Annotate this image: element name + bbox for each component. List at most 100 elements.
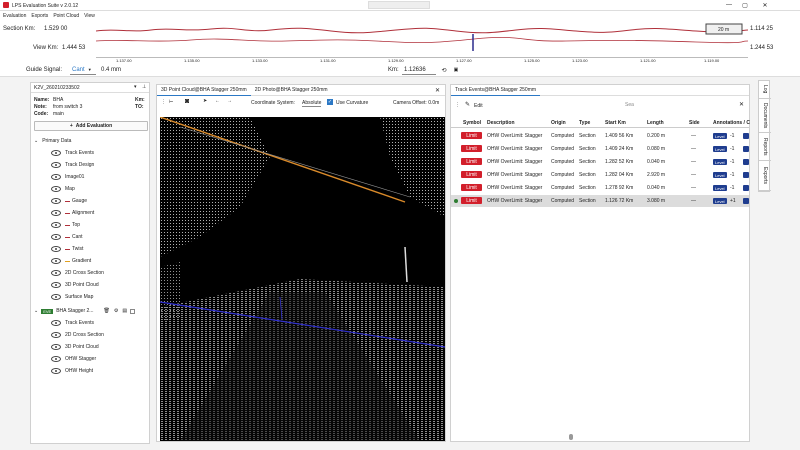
eye-icon[interactable] bbox=[51, 198, 61, 204]
to-label: TO: bbox=[135, 104, 144, 110]
view-toolbar: ⋮ ⊢ ◙ ➤ ← → Coordinate System: Absolute … bbox=[157, 97, 445, 108]
event-side: — bbox=[691, 172, 696, 178]
close-tab-icon[interactable]: ✕ bbox=[435, 87, 440, 94]
edit-label[interactable]: Edit bbox=[474, 103, 483, 109]
tree-item-label: OHW Stagger bbox=[65, 356, 97, 362]
cursor-icon[interactable]: ➤ bbox=[203, 98, 207, 104]
eye-icon[interactable] bbox=[51, 294, 61, 300]
more-options-icon[interactable]: ⋮ bbox=[455, 102, 460, 108]
maximize-icon[interactable]: ▢ bbox=[740, 1, 750, 9]
eye-icon[interactable] bbox=[51, 162, 61, 168]
tab-track-events[interactable]: Track Events@BHA Stagger 250mm bbox=[451, 85, 541, 96]
table-row[interactable]: Limit OHW OverLimit: Stagger Computed Se… bbox=[451, 156, 749, 168]
delete-icon[interactable]: 🗑 bbox=[103, 308, 109, 314]
arrow-right-icon[interactable]: → bbox=[227, 98, 232, 104]
side-tab-log[interactable]: Log bbox=[759, 81, 771, 99]
column-header[interactable]: Description bbox=[487, 120, 515, 126]
table-row-selected[interactable]: Limit OHW OverLimit: Stagger Computed Se… bbox=[451, 195, 749, 207]
options-icon[interactable]: ▾ bbox=[134, 84, 137, 90]
column-header[interactable]: Side bbox=[689, 120, 700, 126]
table-row[interactable]: Limit OHW OverLimit: Stagger Computed Se… bbox=[451, 182, 749, 194]
menu-view[interactable]: View bbox=[84, 13, 95, 19]
point-cloud-viewport[interactable] bbox=[160, 117, 445, 441]
column-header[interactable]: Start Km bbox=[605, 120, 626, 126]
reset-icon[interactable]: ⟲ bbox=[440, 65, 448, 75]
more-options-icon[interactable]: ⋮ bbox=[161, 99, 166, 105]
side-tab-documents[interactable]: Documents bbox=[759, 99, 771, 133]
eye-icon[interactable] bbox=[51, 234, 61, 240]
column-header[interactable]: Length bbox=[647, 120, 664, 126]
events-table-header: Symbol Description Origin Type Start Km … bbox=[451, 118, 750, 128]
tab-3d-point-cloud[interactable]: 3D Point Cloud@BHA Stagger 250mm bbox=[157, 85, 251, 96]
pin-icon[interactable]: ⊥ bbox=[142, 84, 146, 90]
section-signal-graph[interactable] bbox=[96, 21, 748, 51]
tab-2d-photo[interactable]: 2D Photo@BHA Stagger 250mm bbox=[251, 85, 332, 96]
checkbox-icon[interactable] bbox=[130, 308, 136, 314]
close-window-icon[interactable]: ✕ bbox=[760, 1, 770, 9]
column-header[interactable]: Type bbox=[579, 120, 590, 126]
horizontal-scrollbar[interactable] bbox=[569, 434, 573, 440]
column-header[interactable]: Symbol bbox=[463, 120, 481, 126]
event-length: 0.040 m bbox=[647, 185, 666, 191]
search-input[interactable]: Sea bbox=[625, 102, 735, 110]
eye-icon[interactable] bbox=[51, 356, 61, 362]
side-tab-exports[interactable]: Exports bbox=[759, 161, 771, 191]
event-start-km: 1.409 56 Km bbox=[605, 133, 634, 139]
camera-icon[interactable]: ◙ bbox=[185, 98, 189, 105]
eye-icon[interactable] bbox=[51, 210, 61, 216]
settings-gear-icon[interactable]: ⚙ bbox=[114, 308, 118, 314]
event-start-km: 1.126 72 Km bbox=[605, 198, 634, 204]
minimize-icon[interactable]: — bbox=[724, 1, 734, 9]
tree-item-label: OHW Height bbox=[65, 368, 94, 374]
events-toolbar: ⋮ ✎ Edit Sea ✕ bbox=[451, 99, 749, 111]
menu-point-cloud[interactable]: Point Cloud bbox=[53, 13, 79, 19]
limit-symbol: Limit bbox=[461, 158, 482, 165]
tree-item-label: 2D Cross Section bbox=[65, 332, 104, 338]
eye-icon[interactable] bbox=[51, 282, 61, 288]
column-header[interactable]: Origin bbox=[551, 120, 566, 126]
left-panel: K2V_260210233502 ▾ ⊥ Name: BHA Note: fro… bbox=[30, 82, 150, 444]
view-tab-bar: 3D Point Cloud@BHA Stagger 250mm 2D Phot… bbox=[157, 85, 445, 96]
title-search-box[interactable] bbox=[368, 1, 430, 9]
ruler-icon[interactable]: ⊢ bbox=[169, 99, 173, 105]
tree-item-label: Track Events bbox=[65, 320, 94, 326]
eye-icon[interactable] bbox=[51, 246, 61, 252]
tree-item-label: 2D Cross Section bbox=[65, 270, 104, 276]
side-tab-reports[interactable]: Reports bbox=[759, 133, 771, 161]
eye-icon[interactable] bbox=[51, 258, 61, 264]
arrow-left-icon[interactable]: ← bbox=[215, 98, 220, 104]
table-row[interactable]: Limit OHW OverLimit: Stagger Computed Se… bbox=[451, 169, 749, 181]
menu-evaluation[interactable]: Evaluation bbox=[3, 13, 26, 19]
coordinate-system-select[interactable]: Absolute bbox=[302, 100, 322, 107]
limit-symbol: Limit bbox=[461, 145, 482, 152]
eye-icon[interactable] bbox=[51, 270, 61, 276]
tree-item-label: 3D Point Cloud bbox=[65, 344, 99, 350]
use-curvature-checkbox[interactable]: ✓ bbox=[327, 99, 333, 105]
eye-icon[interactable] bbox=[51, 150, 61, 156]
menu-exports[interactable]: Exports bbox=[31, 13, 48, 19]
add-evaluation-button[interactable]: + Add Evaluation bbox=[34, 121, 148, 131]
eye-icon[interactable] bbox=[51, 186, 61, 192]
eye-icon[interactable] bbox=[51, 222, 61, 228]
level-badge: Level bbox=[713, 159, 727, 165]
note-value: from switch 3 bbox=[53, 104, 83, 110]
eye-icon[interactable] bbox=[51, 344, 61, 350]
lock-icon[interactable]: ▣ bbox=[452, 65, 460, 75]
clear-search-icon[interactable]: ✕ bbox=[739, 101, 744, 108]
coordinate-system-label: Coordinate System: bbox=[251, 100, 295, 106]
annotation-count: -1 bbox=[730, 133, 735, 139]
eye-icon[interactable] bbox=[51, 320, 61, 326]
eye-icon[interactable] bbox=[51, 174, 61, 180]
edit-pencil-icon[interactable]: ✎ bbox=[465, 101, 470, 108]
document-icon[interactable]: ▤ bbox=[122, 308, 127, 314]
eye-icon[interactable] bbox=[51, 332, 61, 338]
table-row[interactable]: Limit OHW OverLimit: Stagger Computed Se… bbox=[451, 143, 749, 155]
table-row[interactable]: Limit OHW OverLimit: Stagger Computed Se… bbox=[451, 130, 749, 142]
column-header[interactable]: Annotations / C bbox=[713, 120, 750, 126]
tree-item-label: Top bbox=[72, 222, 81, 228]
eye-icon[interactable] bbox=[51, 368, 61, 374]
km-position-input[interactable]: 1.12636 bbox=[402, 65, 436, 75]
guide-signal-select[interactable]: Cant ▼ bbox=[70, 65, 96, 75]
km-tick-label: 1.119.00 bbox=[704, 58, 720, 63]
tree-item-label: Surface Map bbox=[65, 294, 94, 300]
